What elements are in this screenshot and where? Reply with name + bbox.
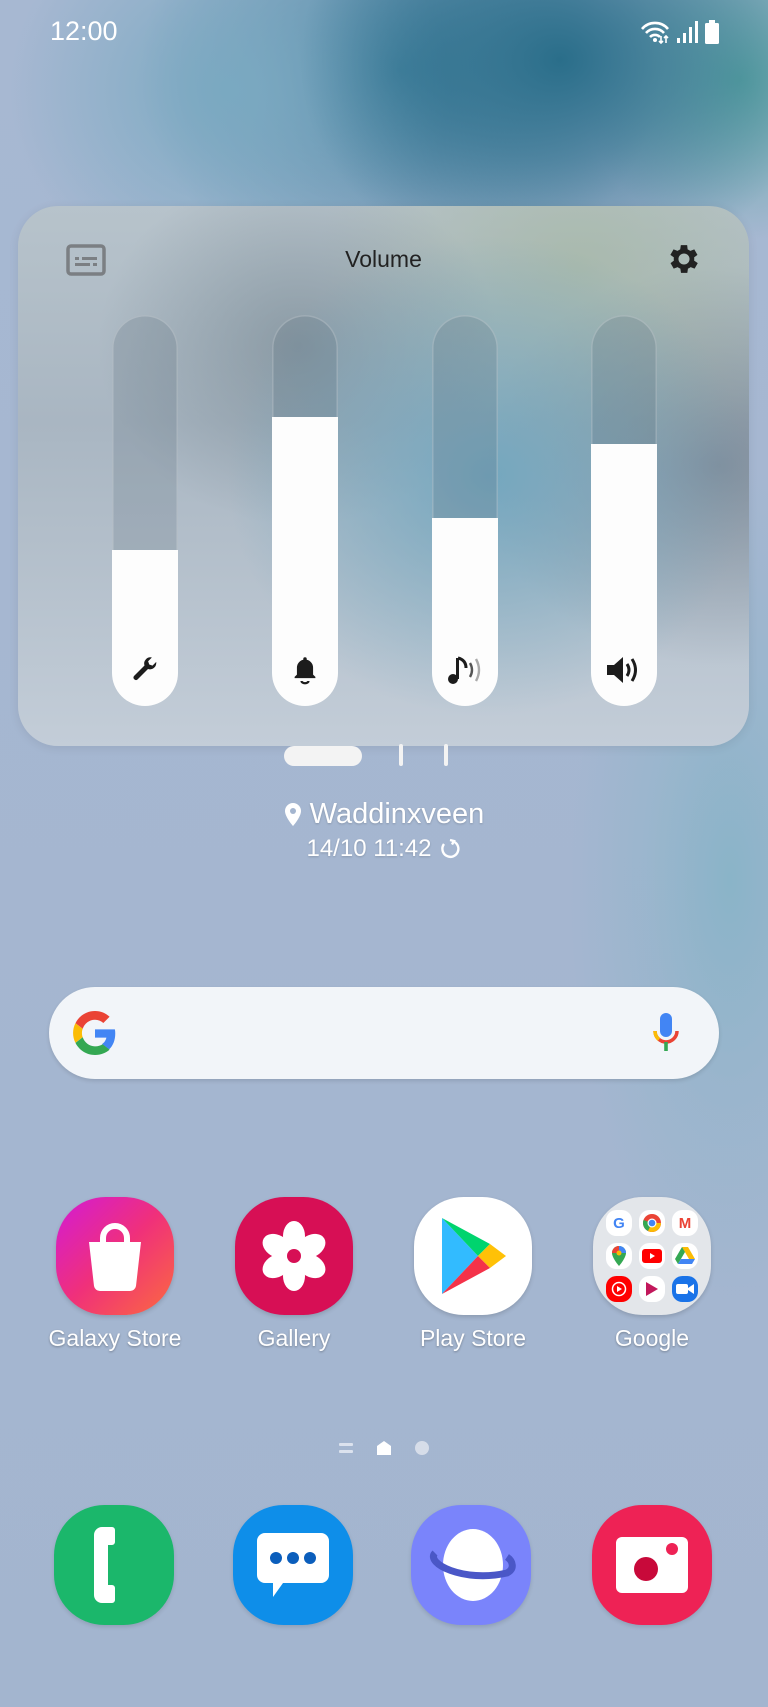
duo-mini-icon bbox=[672, 1276, 698, 1302]
google-search-bar[interactable] bbox=[49, 987, 719, 1079]
drive-mini-icon bbox=[672, 1243, 698, 1269]
slider-system[interactable] bbox=[112, 315, 178, 706]
flower-icon bbox=[262, 1221, 326, 1291]
app-play-store[interactable]: Play Store bbox=[388, 1197, 558, 1352]
app-label: Gallery bbox=[257, 1325, 331, 1351]
play-triangle-icon bbox=[442, 1218, 506, 1294]
bell-icon bbox=[294, 657, 316, 685]
chat-bubble-icon bbox=[257, 1533, 329, 1597]
youtube-music-mini-icon bbox=[606, 1276, 632, 1302]
weather-widget[interactable]: Waddinxveen 14/10 11:42 bbox=[0, 798, 768, 863]
volume-panel: Volume bbox=[18, 206, 749, 746]
clock: 12:00 bbox=[50, 16, 118, 46]
dock-app-messages[interactable] bbox=[233, 1505, 353, 1625]
app-drawer-indicator-icon[interactable] bbox=[338, 1441, 354, 1455]
location-pin-icon bbox=[284, 802, 301, 826]
music-note-icon bbox=[448, 656, 481, 684]
shopping-bag-icon bbox=[89, 1223, 141, 1292]
mic-icon[interactable] bbox=[651, 1011, 681, 1055]
app-label: Play Store bbox=[419, 1325, 527, 1351]
refresh-icon[interactable] bbox=[438, 837, 462, 861]
status-bar: 12:00 bbox=[0, 0, 768, 66]
volume-panel-title: Volume bbox=[345, 246, 422, 272]
play-movies-mini-icon bbox=[639, 1276, 665, 1302]
gmail-mini-icon: M bbox=[672, 1210, 698, 1236]
app-gallery[interactable]: Gallery bbox=[209, 1197, 379, 1352]
volume-panel-header: Volume bbox=[18, 206, 749, 286]
status-icons bbox=[640, 20, 720, 44]
app-label: Google bbox=[614, 1325, 690, 1351]
battery-icon bbox=[705, 20, 719, 44]
signal-icon bbox=[677, 21, 698, 43]
slider-notifications[interactable] bbox=[591, 315, 657, 706]
google-logo bbox=[73, 1011, 116, 1055]
weather-location: Waddinxveen bbox=[309, 798, 485, 830]
camera-icon bbox=[616, 1537, 688, 1593]
maps-mini-icon bbox=[606, 1243, 632, 1269]
page-dot-icon[interactable] bbox=[414, 1440, 430, 1456]
google-mini-icon: G bbox=[606, 1210, 632, 1236]
weather-updated-time: 14/10 11:42 bbox=[306, 835, 432, 862]
chrome-mini-icon bbox=[639, 1210, 665, 1236]
app-galaxy-store[interactable]: Galaxy Store bbox=[30, 1197, 200, 1352]
dock-app-internet[interactable] bbox=[411, 1505, 531, 1625]
home-page-indicator-icon[interactable] bbox=[376, 1440, 392, 1456]
wrench-icon bbox=[133, 657, 157, 680]
slider-ringtone[interactable] bbox=[272, 315, 338, 706]
wifi-data-icon bbox=[641, 21, 669, 44]
speaker-icon bbox=[607, 657, 637, 683]
folder-icon: G M bbox=[606, 1210, 698, 1302]
slider-media[interactable] bbox=[432, 315, 498, 706]
gear-icon[interactable] bbox=[665, 240, 703, 278]
planet-icon bbox=[429, 1529, 516, 1601]
app-label: Galaxy Store bbox=[48, 1325, 182, 1351]
dock-app-phone[interactable] bbox=[54, 1505, 174, 1625]
phone-icon bbox=[94, 1527, 115, 1603]
youtube-mini-icon bbox=[639, 1243, 665, 1269]
widget-partial bbox=[0, 744, 768, 766]
app-folder-google[interactable]: G M Google bbox=[567, 1197, 737, 1352]
dock-app-camera[interactable] bbox=[592, 1505, 712, 1625]
page-indicator bbox=[0, 1440, 768, 1456]
